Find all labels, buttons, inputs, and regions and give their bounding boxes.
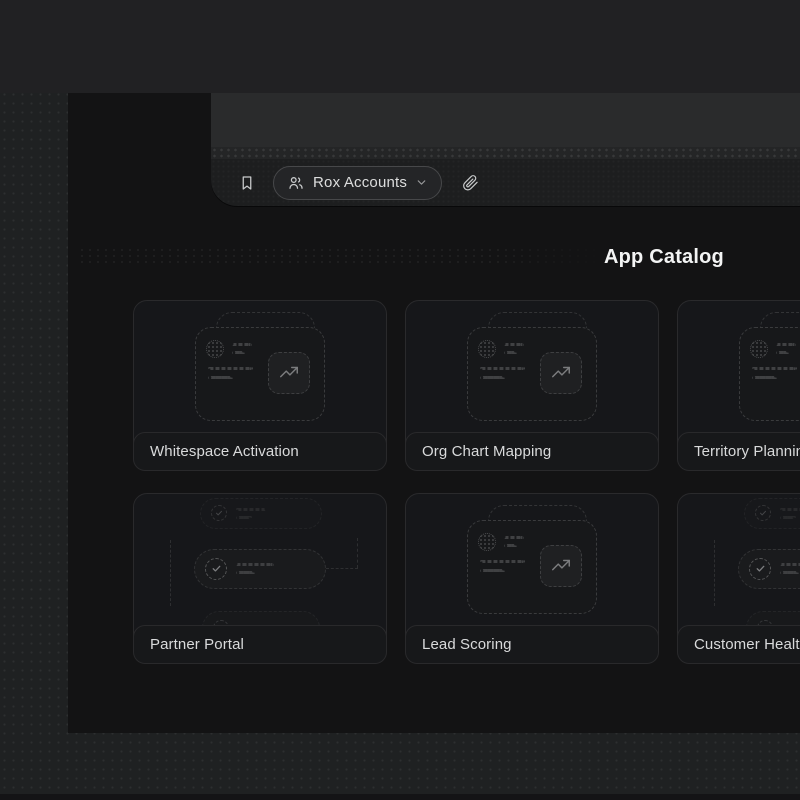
check-circle-icon: [205, 558, 227, 580]
text-line: [780, 563, 800, 566]
page-background: { "composer": { "bookmark_icon": "bookma…: [0, 0, 800, 800]
text-line: [776, 351, 789, 354]
top-band: [0, 0, 800, 93]
front-record-shape: [739, 327, 800, 421]
app-card-customer-health[interactable]: Customer Health: [677, 493, 800, 664]
card-illustration: [406, 301, 658, 432]
text-line: [752, 367, 797, 370]
card-label-bar: Org Chart Mapping: [405, 432, 659, 471]
text-line: [236, 563, 274, 566]
checklist-illustration: [134, 494, 386, 625]
front-record-shape: [195, 327, 325, 421]
account-selector[interactable]: Rox Accounts: [273, 166, 442, 200]
card-illustration: [406, 494, 658, 625]
front-record-shape: [467, 327, 597, 421]
task-pill: [200, 498, 322, 529]
task-pill: [738, 549, 800, 589]
text-line: [480, 560, 525, 563]
check-circle-icon: [755, 505, 771, 521]
text-line: [504, 343, 524, 346]
composer-panel: Rox Accounts: [211, 93, 800, 206]
card-label: Org Chart Mapping: [422, 443, 551, 460]
app-card-org-chart-mapping[interactable]: Org Chart Mapping: [405, 300, 659, 471]
avatar-dot-circle: [478, 533, 496, 551]
card-label-bar: Whitespace Activation: [133, 432, 387, 471]
checklist-illustration: [678, 494, 800, 625]
task-pill: [744, 498, 800, 529]
text-line: [480, 569, 505, 572]
decorative-dot-band: [78, 247, 623, 265]
record-chart-illustration: [195, 312, 325, 421]
app-card-lead-scoring[interactable]: Lead Scoring: [405, 493, 659, 664]
text-line: [236, 508, 266, 511]
app-card-partner-portal[interactable]: Partner Portal: [133, 493, 387, 664]
text-line: [232, 343, 252, 346]
record-chart-illustration: [467, 312, 597, 421]
account-selector-label: Rox Accounts: [313, 174, 407, 191]
text-line: [780, 516, 796, 519]
text-line: [504, 536, 524, 539]
card-label-bar: Lead Scoring: [405, 625, 659, 664]
front-record-shape: [467, 520, 597, 614]
bookmark-icon: [238, 174, 256, 192]
record-chart-illustration: [739, 312, 800, 421]
card-illustration: [134, 301, 386, 432]
avatar-dot-circle: [478, 340, 496, 358]
record-chart-illustration: [467, 505, 597, 614]
composer-dotted-seam: [211, 147, 800, 159]
paperclip-icon: [461, 174, 479, 192]
text-line: [480, 376, 505, 379]
chevron-down-icon: [415, 176, 428, 189]
avatar-dot-circle: [750, 340, 768, 358]
avatar-dot-circle: [206, 340, 224, 358]
app-card-territory-planning[interactable]: Territory Planning: [677, 300, 800, 471]
card-label-bar: Territory Planning: [677, 432, 800, 471]
task-pill: [202, 611, 320, 626]
app-card-whitespace-activation[interactable]: Whitespace Activation: [133, 300, 387, 471]
trend-chart-icon: [268, 352, 310, 394]
card-label-bar: Customer Health: [677, 625, 800, 664]
attach-button[interactable]: [456, 169, 484, 197]
page-title: App Catalog: [604, 246, 724, 269]
text-line: [776, 343, 796, 346]
users-icon: [287, 174, 305, 192]
task-pill: [746, 611, 800, 626]
text-line: [236, 571, 255, 574]
text-line: [504, 351, 517, 354]
card-illustration: [678, 494, 800, 625]
text-line: [232, 351, 245, 354]
card-label: Customer Health: [694, 636, 800, 653]
card-label-bar: Partner Portal: [133, 625, 387, 664]
connector-line: [357, 538, 358, 568]
card-label: Lead Scoring: [422, 636, 512, 653]
connector-line: [170, 540, 171, 606]
text-line: [780, 571, 799, 574]
card-label: Territory Planning: [694, 443, 800, 460]
text-line: [780, 508, 800, 511]
bookmark-button[interactable]: [233, 169, 261, 197]
trend-chart-icon: [540, 545, 582, 587]
card-illustration: [678, 301, 800, 432]
text-line: [480, 367, 525, 370]
text-line: [236, 516, 252, 519]
card-label: Whitespace Activation: [150, 443, 299, 460]
text-line: [208, 376, 233, 379]
composer-input-area[interactable]: [211, 93, 800, 147]
composer-toolbar: Rox Accounts: [211, 159, 800, 206]
task-pill: [194, 549, 326, 589]
check-circle-icon: [749, 558, 771, 580]
text-line: [208, 367, 253, 370]
trend-chart-icon: [540, 352, 582, 394]
connector-line: [714, 540, 715, 606]
card-illustration: [134, 494, 386, 625]
card-label: Partner Portal: [150, 636, 244, 653]
text-line: [504, 544, 517, 547]
text-line: [752, 376, 777, 379]
bottom-edge-strip: [0, 794, 800, 800]
check-circle-icon: [211, 505, 227, 521]
connector-line: [326, 568, 358, 569]
